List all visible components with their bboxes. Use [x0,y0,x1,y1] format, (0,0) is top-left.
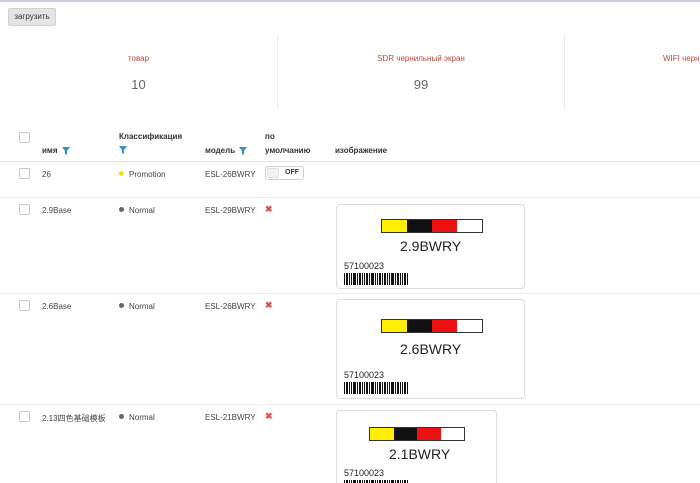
row-model: ESL-29BWRY [205,206,256,215]
row-classification: Normal [119,413,155,422]
barcode-icon [344,273,408,285]
stat-sdr-screen: SDR чернильный экран 99 [278,34,564,110]
preview-model-text: 2.1BWRY [389,446,451,462]
color-swatch-white [457,320,482,332]
filter-icon[interactable] [239,146,248,155]
table-row[interactable]: 26 Promotion ESL-26BWRY OFF [0,162,700,198]
toggle-label: OFF [285,169,299,176]
row-name: 2.6Base [42,302,72,311]
classification-label: Normal [129,413,155,422]
classification-dot [119,414,124,420]
stat-label: товар [127,54,150,63]
classification-dot [119,171,124,177]
row-checkbox[interactable] [19,168,30,179]
preview-model-text: 2.6BWRY [400,341,462,357]
color-swatch-yellow [382,320,407,332]
column-header-label: имя [42,146,58,155]
stat-label: SDR чернильный экран [377,54,465,63]
stat-value: 10 [131,77,146,92]
column-header-default-line2: умолчанию [265,146,311,155]
row-classification: Promotion [119,170,165,179]
table-row[interactable]: 2.9Base Normal ESL-29BWRY ✖ 2.9BWRY 5710… [0,198,700,294]
column-header-classification[interactable]: Классификация [119,132,182,141]
table-row[interactable]: 2.13四色基础模板 Normal ESL-21BWRY ✖ 2.1BWRY 5… [0,405,700,483]
stat-label: WIFI черн [663,54,700,63]
row-checkbox[interactable] [19,300,30,311]
color-swatch-white [457,220,482,232]
select-all-checkbox[interactable] [19,132,30,143]
color-swatch-red [432,320,457,332]
preview-code: 57100023 [344,468,385,478]
row-checkbox[interactable] [19,411,30,422]
color-swatch-black [407,320,432,332]
table-row[interactable]: 2.6Base Normal ESL-26BWRY ✖ 2.6BWRY 5710… [0,294,700,405]
stats-bar: товар 10 SDR чернильный экран 99 WIFI че… [0,34,700,110]
classification-label: Normal [129,206,155,215]
filter-icon[interactable] [119,146,127,154]
color-swatch-black [393,428,417,440]
color-bar [369,427,465,441]
color-swatch-black [407,220,432,232]
color-bar [381,219,483,233]
stat-value: 99 [413,77,429,92]
row-name: 2.13四色基础模板 [42,414,106,423]
column-header-label: модель [205,146,236,155]
color-swatch-yellow [382,220,407,232]
close-icon: ✖ [265,411,273,421]
color-bar [381,319,483,333]
preview-model-text: 2.9BWRY [400,238,462,254]
preview-code: 57100023 [344,261,385,271]
classification-label: Normal [129,302,155,311]
barcode-icon [344,382,408,394]
color-swatch-white [440,428,464,440]
row-classification: Normal [119,302,155,311]
label-preview[interactable]: 2.9BWRY 57100023 [336,204,525,289]
row-name: 26 [42,170,51,179]
row-checkbox[interactable] [19,204,30,215]
color-swatch-red [417,428,441,440]
column-header-name[interactable]: имя [42,146,70,155]
column-header-default-line1: по [265,132,275,141]
stat-products: товар 10 [0,34,277,110]
row-model: ESL-26BWRY [205,170,256,179]
color-swatch-yellow [370,428,394,440]
label-preview[interactable]: 2.1BWRY 57100023 [336,410,497,483]
label-preview[interactable]: 2.6BWRY 57100023 [336,299,525,399]
filter-icon[interactable] [61,146,70,155]
classification-label: Promotion [129,170,166,179]
upload-button[interactable]: загрузить [8,8,56,26]
classification-dot [119,303,124,309]
row-model: ESL-26BWRY [205,302,256,311]
table-header: имя Классификация модель по умолчанию из… [0,118,700,162]
stat-wifi-screen: WIFI черн [565,34,700,110]
color-swatch-red [432,220,457,232]
row-classification: Normal [119,206,155,215]
classification-dot [119,207,124,213]
column-header-image: изображение [335,146,388,155]
column-header-label: Классификация [119,132,183,141]
toggle-knob [267,168,279,178]
close-icon: ✖ [265,204,273,214]
row-name: 2.9Base [42,206,72,215]
preview-code: 57100023 [344,370,385,380]
default-toggle[interactable]: OFF [265,166,304,180]
close-icon: ✖ [265,300,273,310]
top-border [0,0,700,2]
row-model: ESL-21BWRY [205,413,256,422]
column-header-model[interactable]: модель [205,146,248,155]
